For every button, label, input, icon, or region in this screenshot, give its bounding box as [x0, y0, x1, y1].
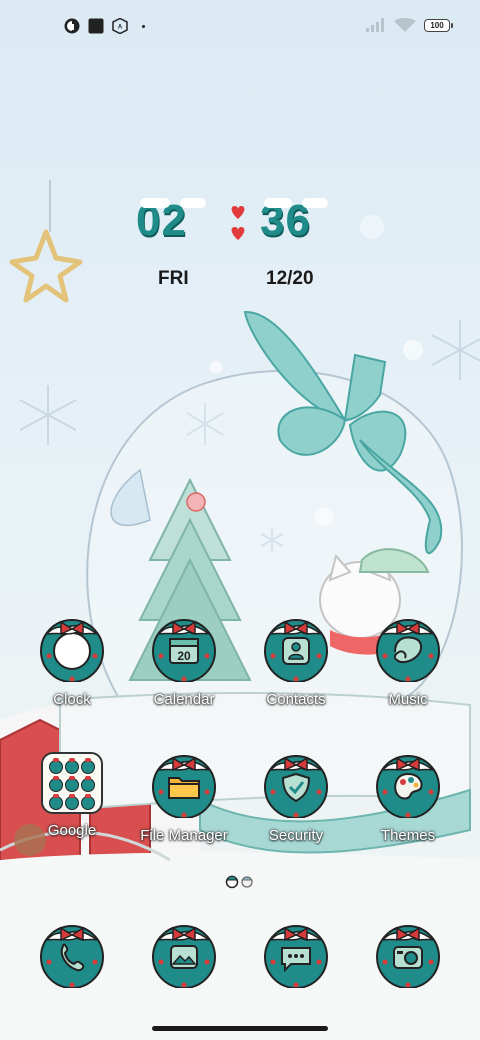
snow-cap: [264, 198, 292, 208]
app-calendar[interactable]: 20 Calendar: [132, 612, 236, 708]
app-themes[interactable]: Themes: [356, 748, 460, 844]
app-label: Music: [388, 691, 428, 708]
time-display: 02 36: [130, 196, 340, 252]
heart-separator-icon: [231, 206, 245, 240]
star-ornament: [9, 229, 83, 303]
contacts-icon: [264, 619, 328, 683]
battery-icon: 100: [424, 18, 453, 32]
clock-icon: [40, 619, 104, 683]
camera-icon: [376, 925, 440, 989]
svg-text:A: A: [118, 25, 123, 31]
home-gesture-bar[interactable]: [152, 1026, 328, 1031]
app-label: Calendar: [153, 691, 215, 708]
app-security[interactable]: Security: [244, 748, 348, 844]
dock-gallery[interactable]: [132, 918, 236, 993]
square-notification-icon: [88, 18, 104, 34]
date-label: 12/20: [266, 268, 314, 289]
app-music[interactable]: Music: [356, 612, 460, 708]
mini-app-icon: [65, 776, 79, 792]
calendar-badge: 20: [177, 649, 191, 663]
dock-phone[interactable]: [20, 918, 124, 993]
app-label: Contacts: [266, 691, 326, 708]
calendar-icon: 20: [152, 619, 216, 683]
signal-icon: [366, 18, 384, 32]
google-folder-icon: [37, 748, 107, 818]
app-label: File Manager: [140, 827, 228, 844]
app-notification-icon: [64, 18, 80, 34]
music-icon: [376, 619, 440, 683]
mini-app-icon: [65, 794, 79, 810]
mini-app-icon: [81, 794, 95, 810]
mini-app-icon: [81, 776, 95, 792]
clock-widget[interactable]: 02 36 FRI 12/20: [130, 196, 340, 296]
app-contacts[interactable]: Contacts: [244, 612, 348, 708]
app-label: Themes: [380, 827, 436, 844]
day-label: FRI: [158, 268, 189, 289]
page-indicator[interactable]: [224, 873, 256, 889]
dock-camera[interactable]: [356, 918, 460, 993]
app-label: Clock: [53, 691, 91, 708]
snow-cap: [302, 198, 328, 208]
battery-level: 100: [430, 20, 444, 30]
app-clock[interactable]: Clock: [20, 612, 124, 708]
wifi-icon: [394, 18, 416, 32]
messages-icon: [264, 925, 328, 989]
app-label: Google: [47, 822, 97, 839]
notification-icons: A: [64, 18, 145, 34]
system-icons: 100: [366, 18, 453, 32]
folder-icon: [152, 755, 216, 819]
badge-notification-icon: A: [112, 18, 128, 34]
app-google-folder[interactable]: Google: [20, 748, 124, 839]
mini-app-icon: [49, 758, 63, 774]
mini-app-icon: [81, 758, 95, 774]
mini-app-icon: [49, 776, 63, 792]
dock-messages[interactable]: [244, 918, 348, 993]
shield-icon: [264, 755, 328, 819]
app-file-manager[interactable]: File Manager: [132, 748, 236, 844]
mini-app-icon: [49, 794, 63, 810]
gallery-icon: [152, 925, 216, 989]
snow-cap: [180, 198, 206, 208]
more-notifications-dot: [142, 24, 145, 28]
app-label: Security: [268, 827, 324, 844]
status-bar: A 100: [0, 0, 480, 56]
snow-cap: [140, 198, 170, 208]
palette-icon: [376, 755, 440, 819]
phone-icon: [40, 925, 104, 989]
mini-app-icon: [65, 758, 79, 774]
